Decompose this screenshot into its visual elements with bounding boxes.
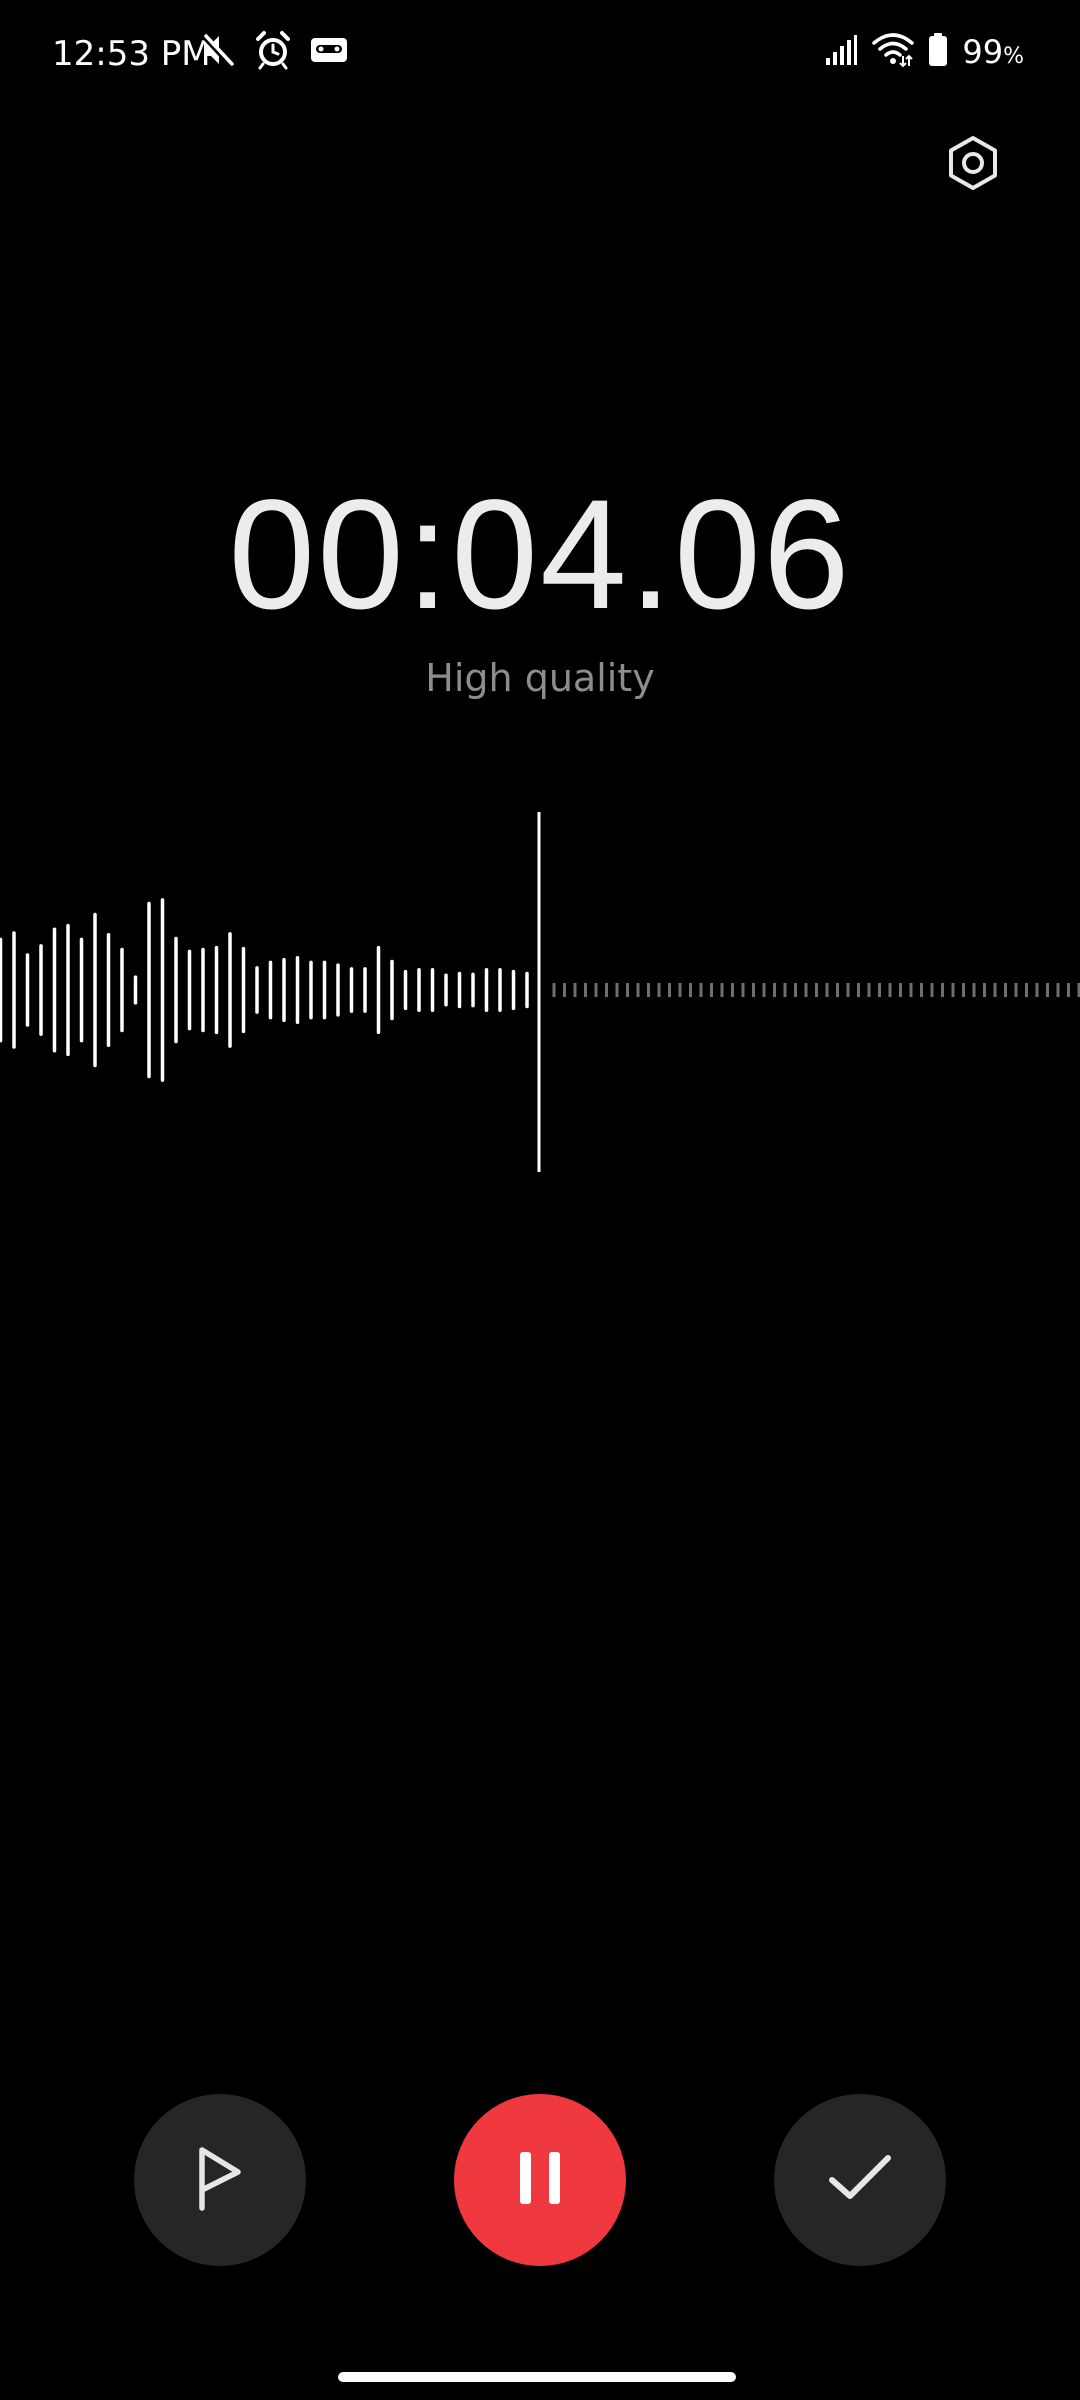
- pause-button[interactable]: [454, 2094, 626, 2266]
- battery-value: 99: [962, 33, 1004, 71]
- flag-icon: [192, 2144, 248, 2216]
- battery-percentage: 99%: [962, 33, 1024, 71]
- status-bar: 12:53 PM 99%: [0, 0, 1080, 110]
- alarm-icon: [254, 30, 292, 74]
- checkmark-icon: [826, 2150, 894, 2210]
- muted-icon: [200, 30, 236, 74]
- quality-label: High quality: [425, 656, 655, 700]
- waveform: [0, 812, 1080, 1172]
- recording-controls: [0, 2094, 1080, 2266]
- elapsed-timer: 00:04.06: [228, 468, 852, 642]
- status-icons-left: [200, 30, 348, 74]
- pause-icon: [512, 2148, 568, 2212]
- signal-icon: [824, 34, 858, 70]
- wifi-icon: [872, 32, 915, 72]
- settings-button[interactable]: [942, 134, 1004, 196]
- flag-button[interactable]: [134, 2094, 306, 2266]
- home-indicator[interactable]: [338, 2372, 736, 2382]
- settings-icon: [945, 135, 1001, 195]
- cassette-icon: [310, 35, 348, 69]
- save-recording-button[interactable]: [774, 2094, 946, 2266]
- battery-icon: [928, 33, 948, 71]
- status-time: 12:53 PM: [52, 34, 211, 74]
- battery-unit: %: [1003, 44, 1024, 69]
- status-icons-right: 99%: [824, 30, 1024, 74]
